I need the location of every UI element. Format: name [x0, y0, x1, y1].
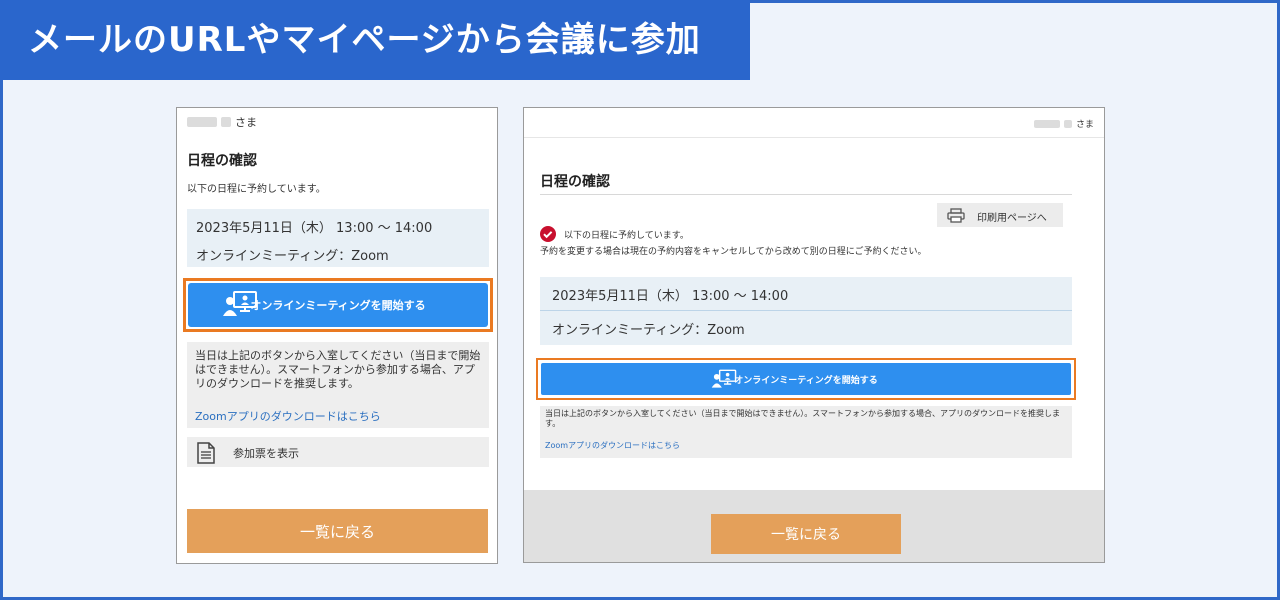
notice-text: 当日は上記のボタンから入室してください（当日まで開始はできません）。スマートフォ… — [195, 349, 481, 390]
masked-name — [221, 117, 231, 127]
schedule-info: 2023年5月11日（木） 13:00 ～ 14:00 オンラインミーティング：… — [540, 277, 1072, 345]
change-instruction: 予約を変更する場合は現在の予約内容をキャンセルしてから改めて別の日程にご予約くだ… — [540, 247, 927, 257]
reservation-description: 以下の日程に予約しています。 — [187, 184, 326, 195]
document-icon — [197, 442, 215, 464]
start-meeting-label: オンラインミーティングを開始する — [250, 299, 426, 312]
reservation-message: 以下の日程に予約しています。 — [564, 231, 689, 241]
page-title: 日程の確認 — [540, 174, 610, 190]
schedule-info: 2023年5月11日（木） 13:00 ～ 14:00 オンラインミーティング：… — [187, 209, 489, 267]
highlight-outline: オンラインミーティングを開始する — [183, 278, 493, 332]
notice-box: 当日は上記のボタンから入室してください（当日まで開始はできません）。スマートフォ… — [540, 406, 1072, 458]
online-meeting-icon — [711, 369, 737, 388]
banner-title: メールのURLやマイページから会議に参加 — [0, 0, 750, 80]
printer-icon — [947, 208, 965, 223]
start-meeting-label: オンラインミーティングを開始する — [734, 375, 878, 386]
zoom-download-link[interactable]: Zoomアプリのダウンロードはこちら — [545, 441, 680, 451]
show-ticket-button[interactable]: 参加票を表示 — [187, 437, 489, 467]
start-meeting-button[interactable]: オンラインミーティングを開始する — [541, 363, 1071, 395]
check-circle-icon — [540, 226, 556, 242]
back-to-list-button[interactable]: 一覧に戻る — [711, 514, 901, 554]
start-meeting-button[interactable]: オンラインミーティングを開始する — [188, 283, 488, 327]
user-suffix: さま — [235, 116, 257, 129]
back-to-list-button[interactable]: 一覧に戻る — [187, 509, 488, 553]
highlight-outline: オンラインミーティングを開始する — [536, 358, 1076, 400]
notice-text: 当日は上記のボタンから入室してください（当日まで開始はできません）。スマートフォ… — [545, 409, 1061, 428]
masked-name — [1063, 119, 1072, 128]
user-suffix: さま — [1075, 120, 1094, 130]
show-ticket-label: 参加票を表示 — [233, 447, 299, 460]
masked-name — [1033, 119, 1060, 128]
zoom-download-link[interactable]: Zoomアプリのダウンロードはこちら — [195, 410, 381, 424]
user-greeting: さま — [1033, 117, 1094, 130]
schedule-date: 2023年5月11日（木） 13:00 ～ 14:00 — [196, 221, 433, 236]
masked-name — [187, 117, 217, 127]
mobile-screen: さま 日程の確認 以下の日程に予約しています。 2023年5月11日（木） 13… — [176, 107, 498, 564]
page-title: 日程の確認 — [187, 153, 257, 169]
meeting-type: オンラインミーティング：Zoom — [552, 323, 745, 338]
print-page-button[interactable]: 印刷用ページへ — [937, 203, 1063, 227]
notice-box: 当日は上記のボタンから入室してください（当日まで開始はできません）。スマートフォ… — [187, 342, 489, 428]
meeting-type: オンラインミーティング：Zoom — [196, 249, 389, 264]
print-page-label: 印刷用ページへ — [977, 213, 1047, 224]
divider — [540, 310, 1072, 311]
online-meeting-icon — [223, 291, 257, 316]
divider — [540, 194, 1072, 195]
desktop-screen: さま 日程の確認 印刷用ページへ 以下の日程に予約しています。 予約を変更する場… — [523, 107, 1105, 563]
schedule-date: 2023年5月11日（木） 13:00 ～ 14:00 — [552, 289, 789, 304]
footer-area: 一覧に戻る — [524, 490, 1104, 562]
user-greeting: さま — [187, 114, 257, 130]
top-bar: さま — [524, 108, 1104, 138]
